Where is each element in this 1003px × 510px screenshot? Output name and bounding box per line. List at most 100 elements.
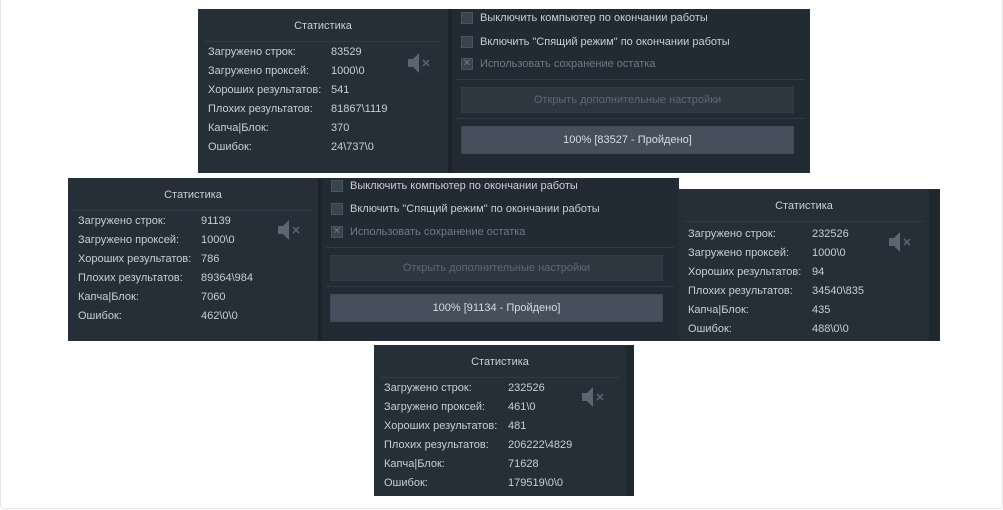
option-save-rest-label: Использовать сохранение остатка xyxy=(350,226,526,238)
stats-title-divider xyxy=(74,210,312,211)
row-value-good: 481 xyxy=(508,420,527,432)
screenshot-3: Статистика Загружено строк: 232526 Загру… xyxy=(679,189,940,341)
speaker-muted-icon[interactable] xyxy=(276,217,302,243)
speaker-muted-icon[interactable] xyxy=(887,229,913,255)
row-value-bad: 34540\835 xyxy=(812,285,864,297)
row-value-good: 541 xyxy=(331,84,350,96)
row-value-errors: 462\0\0 xyxy=(201,310,238,322)
row-value-captcha: 7060 xyxy=(201,291,226,303)
stats-title: Статистика xyxy=(164,189,222,201)
stats-title: Статистика xyxy=(775,200,833,212)
checkbox-sleep[interactable] xyxy=(331,203,343,215)
stats-panel: Статистика Загружено строк: 232526 Загру… xyxy=(374,345,626,496)
options-divider xyxy=(456,79,804,80)
row-label-lines: Загружено строк: xyxy=(688,228,776,240)
row-label-bad: Плохих результатов: xyxy=(78,272,183,284)
stats-panel: Статистика Загружено строк: 83529 Загруж… xyxy=(198,9,448,173)
row-value-proxies: 1000\0 xyxy=(201,234,235,246)
progress-bar: 100% [83527 - Пройдено] xyxy=(461,126,794,154)
row-label-good: Хороших результатов: xyxy=(78,253,192,265)
buttons-divider xyxy=(326,286,674,287)
row-value-captcha: 71628 xyxy=(508,458,539,470)
x-mark-icon: ✕ xyxy=(462,58,472,69)
row-value-errors: 488\0\0 xyxy=(812,323,849,335)
row-value-lines: 91139 xyxy=(201,215,231,227)
row-label-captcha: Капча|Блок: xyxy=(688,304,749,316)
option-shutdown[interactable]: Выключить компьютер по окончании работы xyxy=(331,178,578,195)
buttons-divider xyxy=(456,118,804,119)
row-value-errors: 179519\0\0 xyxy=(508,477,564,489)
option-sleep-label: Включить "Спящий режим" по окончании раб… xyxy=(480,36,730,48)
option-shutdown-label: Выключить компьютер по окончании работы xyxy=(480,12,708,24)
row-label-lines: Загружено строк: xyxy=(384,382,472,394)
speaker-muted-icon[interactable] xyxy=(406,50,432,76)
row-value-proxies: 461\0 xyxy=(508,401,536,413)
row-value-captcha: 370 xyxy=(331,122,350,134)
progress-text: 100% [91134 - Пройдено] xyxy=(432,302,561,314)
row-value-bad: 89364\984 xyxy=(201,272,253,284)
option-save-rest: ✕ Использовать сохранение остатка xyxy=(331,223,525,241)
panel-separator xyxy=(448,9,452,173)
row-value-proxies: 1000\0 xyxy=(331,65,365,77)
row-value-errors: 24\737\0 xyxy=(331,141,374,153)
panel-separator xyxy=(318,178,322,341)
row-label-errors: Ошибок: xyxy=(78,310,122,322)
row-value-lines: 232526 xyxy=(812,228,849,240)
stats-title: Статистика xyxy=(471,356,529,368)
checkbox-shutdown[interactable] xyxy=(461,12,473,24)
stats-title-divider xyxy=(380,377,620,378)
screenshot-4: Статистика Загружено строк: 232526 Загру… xyxy=(374,345,634,496)
row-label-bad: Плохих результатов: xyxy=(688,285,793,297)
row-label-proxies: Загружено проксей: xyxy=(78,234,180,246)
row-label-errors: Ошибок: xyxy=(208,141,252,153)
stats-panel: Статистика Загружено строк: 91139 Загруж… xyxy=(68,178,318,341)
row-label-lines: Загружено строк: xyxy=(78,215,166,227)
row-label-bad: Плохих результатов: xyxy=(384,439,489,451)
checkbox-save-rest: ✕ xyxy=(461,58,473,70)
stats-panel: Статистика Загружено строк: 232526 Загру… xyxy=(679,189,929,341)
row-label-lines: Загружено строк: xyxy=(208,46,296,58)
row-label-proxies: Загружено проксей: xyxy=(384,401,486,413)
row-value-bad: 206222\4829 xyxy=(508,439,573,451)
row-label-captcha: Капча|Блок: xyxy=(208,122,269,134)
row-label-errors: Ошибок: xyxy=(384,477,428,489)
open-extra-settings-button[interactable]: Открыть дополнительные настройки xyxy=(330,255,663,281)
row-label-proxies: Загружено проксей: xyxy=(688,247,790,259)
row-value-good: 94 xyxy=(812,266,825,278)
checkbox-save-rest: ✕ xyxy=(331,226,343,238)
options-divider xyxy=(326,247,674,248)
row-label-errors: Ошибок: xyxy=(688,323,732,335)
row-label-captcha: Капча|Блок: xyxy=(78,291,139,303)
stats-title-divider xyxy=(685,221,923,222)
screenshot-2: Статистика Загружено строк: 91139 Загруж… xyxy=(68,178,679,341)
row-label-proxies: Загружено проксей: xyxy=(208,65,310,77)
row-value-good: 786 xyxy=(201,253,220,265)
row-value-lines: 83529 xyxy=(331,46,362,58)
row-label-good: Хороших результатов: xyxy=(688,266,802,278)
screenshot-1: Статистика Загружено строк: 83529 Загруж… xyxy=(198,9,810,173)
speaker-muted-icon[interactable] xyxy=(580,384,606,410)
stats-title: Статистика xyxy=(294,20,352,32)
row-value-proxies: 1000\0 xyxy=(812,247,846,259)
row-label-bad: Плохих результатов: xyxy=(208,103,313,115)
row-label-good: Хороших результатов: xyxy=(208,84,322,96)
open-extra-settings-button[interactable]: Открыть дополнительные настройки xyxy=(461,87,794,113)
option-sleep[interactable]: Включить "Спящий режим" по окончании раб… xyxy=(331,200,600,218)
checkbox-shutdown[interactable] xyxy=(331,180,343,192)
option-save-rest: ✕ Использовать сохранение остатка xyxy=(461,55,655,73)
stats-title-divider xyxy=(204,41,442,42)
checkbox-sleep[interactable] xyxy=(461,36,473,48)
option-sleep-label: Включить "Спящий режим" по окончании раб… xyxy=(350,203,600,215)
option-shutdown-label: Выключить компьютер по окончании работы xyxy=(350,180,578,192)
option-sleep[interactable]: Включить "Спящий режим" по окончании раб… xyxy=(461,33,730,51)
row-value-lines: 232526 xyxy=(508,382,545,394)
x-mark-icon: ✕ xyxy=(332,226,342,237)
row-value-bad: 81867\1119 xyxy=(331,103,388,115)
row-label-captcha: Капча|Блок: xyxy=(384,458,445,470)
option-save-rest-label: Использовать сохранение остатка xyxy=(480,58,656,70)
progress-text: 100% [83527 - Пройдено] xyxy=(563,134,692,146)
progress-bar: 100% [91134 - Пройдено] xyxy=(330,294,663,322)
row-value-captcha: 435 xyxy=(812,304,831,316)
option-shutdown[interactable]: Выключить компьютер по окончании работы xyxy=(461,9,708,27)
row-label-good: Хороших результатов: xyxy=(384,420,498,432)
